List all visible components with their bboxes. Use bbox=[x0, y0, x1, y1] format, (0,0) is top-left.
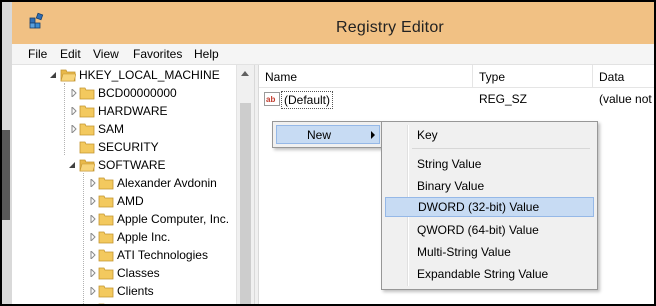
submenu-item-label: DWORD (32-bit) Value bbox=[418, 200, 540, 214]
expand-arrow-icon[interactable] bbox=[89, 287, 97, 295]
collapse-arrow-icon[interactable] bbox=[49, 71, 57, 79]
value-type: REG_SZ bbox=[479, 92, 528, 106]
tree-item-apple-inc[interactable]: Apple Inc. bbox=[12, 228, 242, 246]
menu-view[interactable]: View bbox=[93, 47, 119, 61]
context-menu: New bbox=[272, 121, 384, 148]
submenu-item-label: QWORD (64-bit) Value bbox=[417, 223, 539, 237]
scroll-thumb[interactable] bbox=[240, 103, 251, 304]
background-window-edge bbox=[2, 2, 12, 304]
submenu-item-label: Multi-String Value bbox=[417, 245, 511, 259]
menu-bar: File Edit View Favorites Help bbox=[12, 44, 654, 65]
column-divider[interactable] bbox=[592, 65, 593, 87]
menu-file[interactable]: File bbox=[28, 47, 47, 61]
column-type[interactable]: Type bbox=[479, 70, 505, 84]
folder-icon bbox=[98, 213, 114, 226]
menu-help[interactable]: Help bbox=[194, 47, 219, 61]
expand-arrow-icon[interactable] bbox=[70, 125, 78, 133]
tree-item-label: BCD00000000 bbox=[98, 86, 177, 100]
menu-separator bbox=[412, 148, 590, 149]
list-header: Name Type Data bbox=[259, 65, 654, 88]
tree-item-software[interactable]: SOFTWARE bbox=[12, 156, 242, 174]
folder-icon bbox=[79, 105, 95, 118]
tree-item-label: Apple Computer, Inc. bbox=[117, 212, 230, 226]
value-data: (value not bbox=[599, 92, 652, 106]
folder-icon bbox=[79, 87, 95, 100]
tree-item-label: ATI Technologies bbox=[117, 248, 208, 262]
submenu-item-label: Binary Value bbox=[417, 179, 485, 193]
folder-icon bbox=[98, 231, 114, 244]
column-data[interactable]: Data bbox=[599, 70, 624, 84]
tree-item-hklm[interactable]: HKEY_LOCAL_MACHINE bbox=[12, 66, 242, 84]
screenshot-frame: Registry Editor File Edit View Favorites… bbox=[0, 0, 656, 306]
submenu-item-expandable-string-value[interactable]: Expandable String Value bbox=[385, 264, 594, 284]
submenu-item-string-value[interactable]: String Value bbox=[385, 154, 594, 174]
tree-item-alexander-avdonin[interactable]: Alexander Avdonin bbox=[12, 174, 242, 192]
submenu-item-qword-value[interactable]: QWORD (64-bit) Value bbox=[385, 220, 594, 240]
expand-arrow-icon[interactable] bbox=[89, 215, 97, 223]
submenu-item-key[interactable]: Key bbox=[385, 125, 594, 145]
tree-item-label: SOFTWARE bbox=[98, 158, 166, 172]
tree-item-label: SAM bbox=[98, 122, 125, 136]
expand-arrow-icon[interactable] bbox=[70, 107, 78, 115]
submenu-item-multi-string-value[interactable]: Multi-String Value bbox=[385, 242, 594, 262]
folder-icon bbox=[98, 177, 114, 190]
expand-arrow-icon[interactable] bbox=[89, 233, 97, 241]
folder-icon bbox=[79, 141, 95, 154]
menu-edit[interactable]: Edit bbox=[60, 47, 81, 61]
value-name: (Default) bbox=[281, 91, 334, 109]
expand-arrow-icon[interactable] bbox=[89, 179, 97, 187]
column-name[interactable]: Name bbox=[265, 70, 297, 84]
tree-item-label: HKEY_LOCAL_MACHINE bbox=[79, 68, 220, 82]
list-row-default[interactable]: ab (Default) REG_SZ (value not bbox=[259, 91, 654, 109]
folder-icon bbox=[79, 123, 95, 136]
expand-arrow-icon[interactable] bbox=[89, 197, 97, 205]
open-folder-icon bbox=[79, 159, 95, 172]
expand-arrow-icon[interactable] bbox=[70, 89, 78, 97]
background-window-bar bbox=[2, 130, 10, 220]
tree-item-sam[interactable]: SAM bbox=[12, 120, 242, 138]
tree-item-label: HARDWARE bbox=[98, 104, 168, 118]
tree-scrollbar[interactable] bbox=[236, 65, 254, 304]
column-divider[interactable] bbox=[472, 65, 473, 87]
menu-favorites[interactable]: Favorites bbox=[133, 47, 182, 61]
tree-item-hardware[interactable]: HARDWARE bbox=[12, 102, 242, 120]
submenu-item-dword-value[interactable]: DWORD (32-bit) Value bbox=[385, 197, 594, 217]
tree-item-label: Apple Inc. bbox=[117, 230, 171, 244]
string-value-icon: ab bbox=[264, 92, 280, 106]
folder-icon bbox=[98, 267, 114, 280]
title-bar[interactable]: Registry Editor bbox=[12, 2, 654, 44]
tree-item-label: Clients bbox=[117, 284, 154, 298]
tree-item-classes[interactable]: Classes bbox=[12, 264, 242, 282]
tree-item-ati-technologies[interactable]: ATI Technologies bbox=[12, 246, 242, 264]
open-folder-icon bbox=[60, 69, 76, 82]
svg-text:ab: ab bbox=[266, 95, 275, 104]
window-title: Registry Editor bbox=[336, 19, 444, 36]
tree-item-label: AMD bbox=[117, 194, 144, 208]
submenu-arrow-icon bbox=[371, 131, 375, 139]
tree-item-partial bbox=[12, 300, 242, 304]
submenu-item-label: String Value bbox=[417, 157, 482, 171]
folder-icon bbox=[98, 303, 105, 304]
scroll-up-arrow-icon[interactable] bbox=[241, 71, 249, 76]
registry-tree[interactable]: HKEY_LOCAL_MACHINE BCD00000000 HARDWARE … bbox=[12, 65, 254, 304]
submenu-item-binary-value[interactable]: Binary Value bbox=[385, 176, 594, 196]
tree-item-amd[interactable]: AMD bbox=[12, 192, 242, 210]
tree-item-bcd[interactable]: BCD00000000 bbox=[12, 84, 242, 102]
tree-item-label: Alexander Avdonin bbox=[117, 176, 217, 190]
tree-item-security[interactable]: SECURITY bbox=[12, 138, 242, 156]
expand-arrow-icon[interactable] bbox=[89, 251, 97, 259]
submenu-item-label: Key bbox=[417, 128, 438, 142]
folder-icon bbox=[98, 249, 114, 262]
submenu-item-label: Expandable String Value bbox=[417, 267, 549, 281]
new-submenu: Key String Value Binary Value DWORD (32-… bbox=[381, 121, 598, 290]
expand-arrow-icon[interactable] bbox=[89, 269, 97, 277]
folder-icon bbox=[98, 285, 114, 298]
tree-item-apple-computer[interactable]: Apple Computer, Inc. bbox=[12, 210, 242, 228]
collapse-arrow-icon[interactable] bbox=[68, 161, 76, 169]
context-menu-item-new-label: New bbox=[307, 128, 332, 142]
tree-item-label: SECURITY bbox=[98, 140, 159, 154]
tree-item-label: Classes bbox=[117, 266, 160, 280]
tree-item-clients[interactable]: Clients bbox=[12, 282, 242, 300]
folder-icon bbox=[98, 195, 114, 208]
